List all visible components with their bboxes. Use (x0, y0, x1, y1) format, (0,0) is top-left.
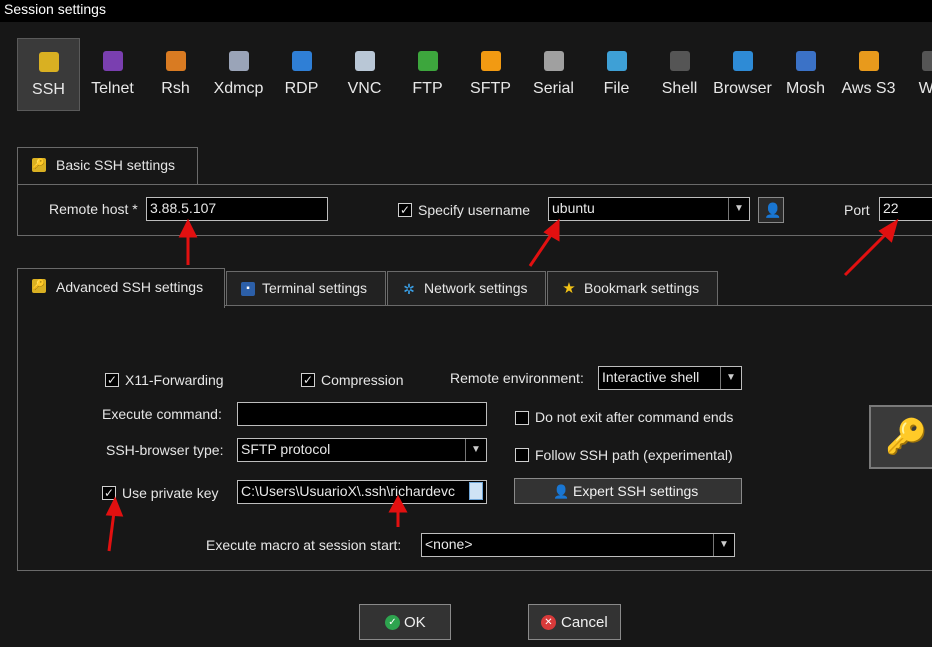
annotation-arrow-port (843, 230, 890, 277)
annotation-arrows (105, 218, 899, 552)
annotation-arrow-username (528, 231, 555, 267)
annotation-arrow-private-key (107, 511, 116, 552)
